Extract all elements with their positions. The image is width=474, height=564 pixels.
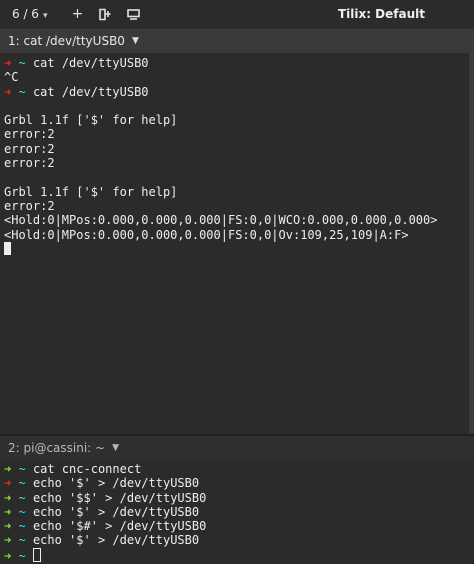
pane-2-title: 2: pi@cassini: ~ [8,441,106,455]
terminal-line: ^C [0,70,474,84]
scrollbar[interactable] [469,53,474,434]
terminal-text: error:2 [4,127,55,142]
prompt-arrow-icon: ➜ [4,84,12,99]
terminal-line: Grbl 1.1f ['$' for help] [0,185,474,199]
terminal-line [0,241,474,256]
cursor [4,241,11,255]
terminal-line: <Hold:0|MPos:0.000,0.000,0.000|FS:0,0|WC… [0,213,474,227]
session-counter: 6 / 6 [12,7,39,21]
add-session-button[interactable]: + [66,3,88,25]
terminal-line: error:2 [0,156,474,170]
prompt-arrow-icon: ➜ [4,490,12,505]
terminal-text: <Hold:0|MPos:0.000,0.000,0.000|FS:0,0|Ov… [4,227,409,242]
terminal-text: <Hold:0|MPos:0.000,0.000,0.000|FS:0,0|WC… [4,213,438,228]
add-terminal-icon [99,8,111,20]
terminal-line: error:2 [0,142,474,156]
cursor [32,547,41,562]
window-title: Tilix: Default [337,7,425,21]
prompt-arrow-icon: ➜ [4,56,12,70]
prompt-dir: ~ [18,56,26,70]
terminal-text: error:2 [4,156,55,171]
pane-1-title: 1: cat /dev/ttyUSB0 [8,34,125,48]
terminal-text: Grbl 1.1f ['$' for help] [4,184,178,199]
prompt-arrow-icon: ➜ [4,476,12,491]
terminal-text: cat /dev/ttyUSB0 [32,84,149,99]
prompt-arrow-icon: ➜ [4,462,12,476]
session-switcher-button[interactable]: 6 / 6 ▾ [7,3,52,25]
terminal-line: ➜ ~ [0,547,474,563]
terminal-line: ➜ ~ echo '$#' > /dev/ttyUSB0 [0,519,474,533]
terminal-text: echo '$' > /dev/ttyUSB0 [32,533,200,548]
chevron-down-icon[interactable]: ▼ [132,36,139,46]
title-bar: 6 / 6 ▾ + Tilix: Default [0,0,474,28]
sync-input-button[interactable] [122,3,144,25]
terminal-line: ➜ ~ echo '$' > /dev/ttyUSB0 [0,476,474,490]
terminal-pane-2[interactable]: ➜ ~ cat cnc-connect ➜ ~ echo '$' > /dev/t… [0,460,474,564]
pane-2-header[interactable]: 2: pi@cassini: ~ ▼ [0,436,474,460]
add-terminal-button[interactable] [94,3,116,25]
prompt-arrow-icon: ➜ [4,533,12,548]
terminal-line: error:2 [0,199,474,213]
chevron-down-icon: ▾ [42,11,48,21]
pane-1-header[interactable]: 1: cat /dev/ttyUSB0 ▼ [0,29,474,53]
terminal-line: Grbl 1.1f ['$' for help] [0,113,474,127]
terminal-text: Grbl 1.1f ['$' for help] [4,113,178,128]
prompt-dir: ~ [18,490,26,505]
prompt-arrow-icon: ➜ [4,519,12,534]
terminal-text: echo '$#' > /dev/ttyUSB0 [32,519,207,534]
prompt-dir: ~ [18,462,26,476]
terminal-line: ➜ ~ echo '$$' > /dev/ttyUSB0 [0,491,474,505]
terminal-line: ➜ ~ cat /dev/ttyUSB0 [0,85,474,99]
terminal-text: ^C [4,70,19,85]
terminal-line: ➜ ~ echo '$' > /dev/ttyUSB0 [0,533,474,547]
plus-icon: + [71,6,84,22]
terminal-text: cat /dev/ttyUSB0 [32,56,149,70]
prompt-arrow-icon: ➜ [4,504,12,519]
broadcast-icon [127,8,140,20]
chevron-down-icon[interactable]: ▼ [112,443,119,453]
terminal-pane-1[interactable]: ➜ ~ cat /dev/ttyUSB0 ^C ➜ ~ cat /dev/ttyUS… [0,53,474,437]
terminal-text: cat cnc-connect [32,462,142,476]
prompt-arrow-icon: ➜ [4,548,12,563]
prompt-dir: ~ [18,519,26,534]
prompt-dir: ~ [18,84,26,99]
prompt-dir: ~ [18,548,26,563]
terminal-line: error:2 [0,127,474,141]
prompt-dir: ~ [18,504,26,519]
prompt-dir: ~ [18,476,26,491]
terminal-text: echo '$' > /dev/ttyUSB0 [32,504,200,519]
terminal-line: ➜ ~ cat cnc-connect [0,462,474,476]
terminal-line: ➜ ~ cat /dev/ttyUSB0 [0,56,474,70]
terminal-text: echo '$$' > /dev/ttyUSB0 [32,490,207,505]
prompt-dir: ~ [18,533,26,548]
terminal-text: error:2 [4,198,55,213]
terminal-line: <Hold:0|MPos:0.000,0.000,0.000|FS:0,0|Ov… [0,228,474,242]
terminal-line: ➜ ~ echo '$' > /dev/ttyUSB0 [0,505,474,519]
terminal-text: error:2 [4,141,55,156]
terminal-text: echo '$' > /dev/ttyUSB0 [32,476,200,491]
